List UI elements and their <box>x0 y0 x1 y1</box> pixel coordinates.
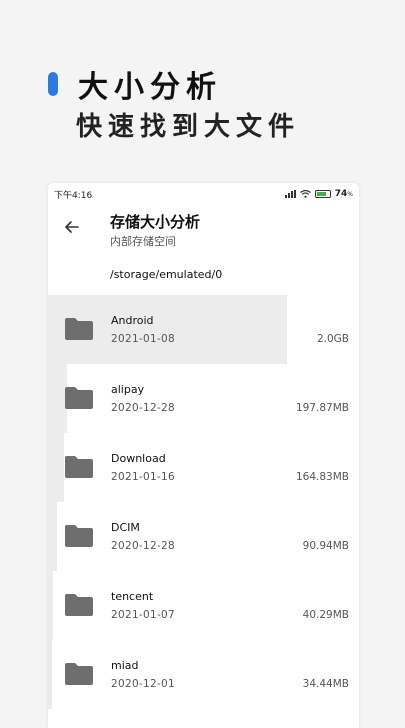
folder-name: Download <box>111 452 166 465</box>
folder-icon <box>65 456 93 478</box>
folder-row[interactable]: tencent 2021-01-07 40.29MB <box>48 571 359 640</box>
folder-icon <box>65 594 93 616</box>
status-time: 下午4:16 <box>54 190 93 201</box>
folder-date: 2021-01-07 <box>111 609 176 621</box>
size-bar <box>48 502 58 571</box>
folder-row[interactable]: DCIM 2020-12-28 90.94MB <box>48 502 359 571</box>
app-header: 存储大小分析 内部存储空间 <box>48 205 359 255</box>
folder-icon <box>65 387 93 409</box>
folder-row[interactable]: Android 2021-01-08 2.0GB <box>48 295 359 364</box>
wifi-icon <box>299 190 311 198</box>
page-title: 存储大小分析 <box>110 213 201 231</box>
folder-row[interactable]: Download 2021-01-16 164.83MB <box>48 433 359 502</box>
folder-row[interactable]: miad 2020-12-01 34.44MB <box>48 640 359 709</box>
battery-icon <box>314 190 331 198</box>
accent-bar <box>48 72 58 96</box>
promo-subtitle: 快速找到大文件 <box>76 112 301 142</box>
status-bar: 下午4:16 74% <box>48 183 359 205</box>
size-bar <box>48 640 53 709</box>
folder-name: DCIM <box>111 521 140 534</box>
folder-icon <box>65 525 93 547</box>
folder-date: 2021-01-16 <box>111 471 176 483</box>
folder-date: 2020-12-28 <box>111 540 176 552</box>
size-bar <box>48 433 64 502</box>
folder-icon <box>65 318 93 340</box>
signal-icon <box>284 190 296 198</box>
folder-list: Android 2021-01-08 2.0GB alipay 2020-12-28 19… <box>48 295 359 709</box>
folder-size: 34.44MB <box>302 678 349 690</box>
battery-level: 74% <box>334 189 353 199</box>
size-bar <box>48 571 53 640</box>
page-subtitle: 内部存储空间 <box>110 235 176 248</box>
status-icons: 74% <box>284 189 353 199</box>
folder-size: 2.0GB <box>316 333 349 345</box>
folder-name: Android <box>111 314 154 327</box>
promo-main-title: 大小分析 <box>78 70 222 105</box>
folder-size: 197.87MB <box>295 402 349 414</box>
arrow-left-icon[interactable] <box>62 217 82 237</box>
folder-name: alipay <box>111 383 145 396</box>
folder-row[interactable]: alipay 2020-12-28 197.87MB <box>48 364 359 433</box>
folder-date: 2020-12-28 <box>111 402 176 414</box>
folder-date: 2021-01-08 <box>111 333 176 345</box>
breadcrumb-path: /storage/emulated/0 <box>110 268 223 281</box>
phone-screen: 下午4:16 74% 存储大小分析 内部存储空间 /storage/emulat… <box>48 183 359 728</box>
promo-title: 大小分析 <box>48 62 222 106</box>
folder-size: 90.94MB <box>302 540 349 552</box>
folder-date: 2020-12-01 <box>111 678 176 690</box>
folder-size: 164.83MB <box>295 471 349 483</box>
folder-name: miad <box>111 659 139 672</box>
folder-name: tencent <box>111 590 154 603</box>
folder-size: 40.29MB <box>302 609 349 621</box>
folder-icon <box>65 663 93 685</box>
